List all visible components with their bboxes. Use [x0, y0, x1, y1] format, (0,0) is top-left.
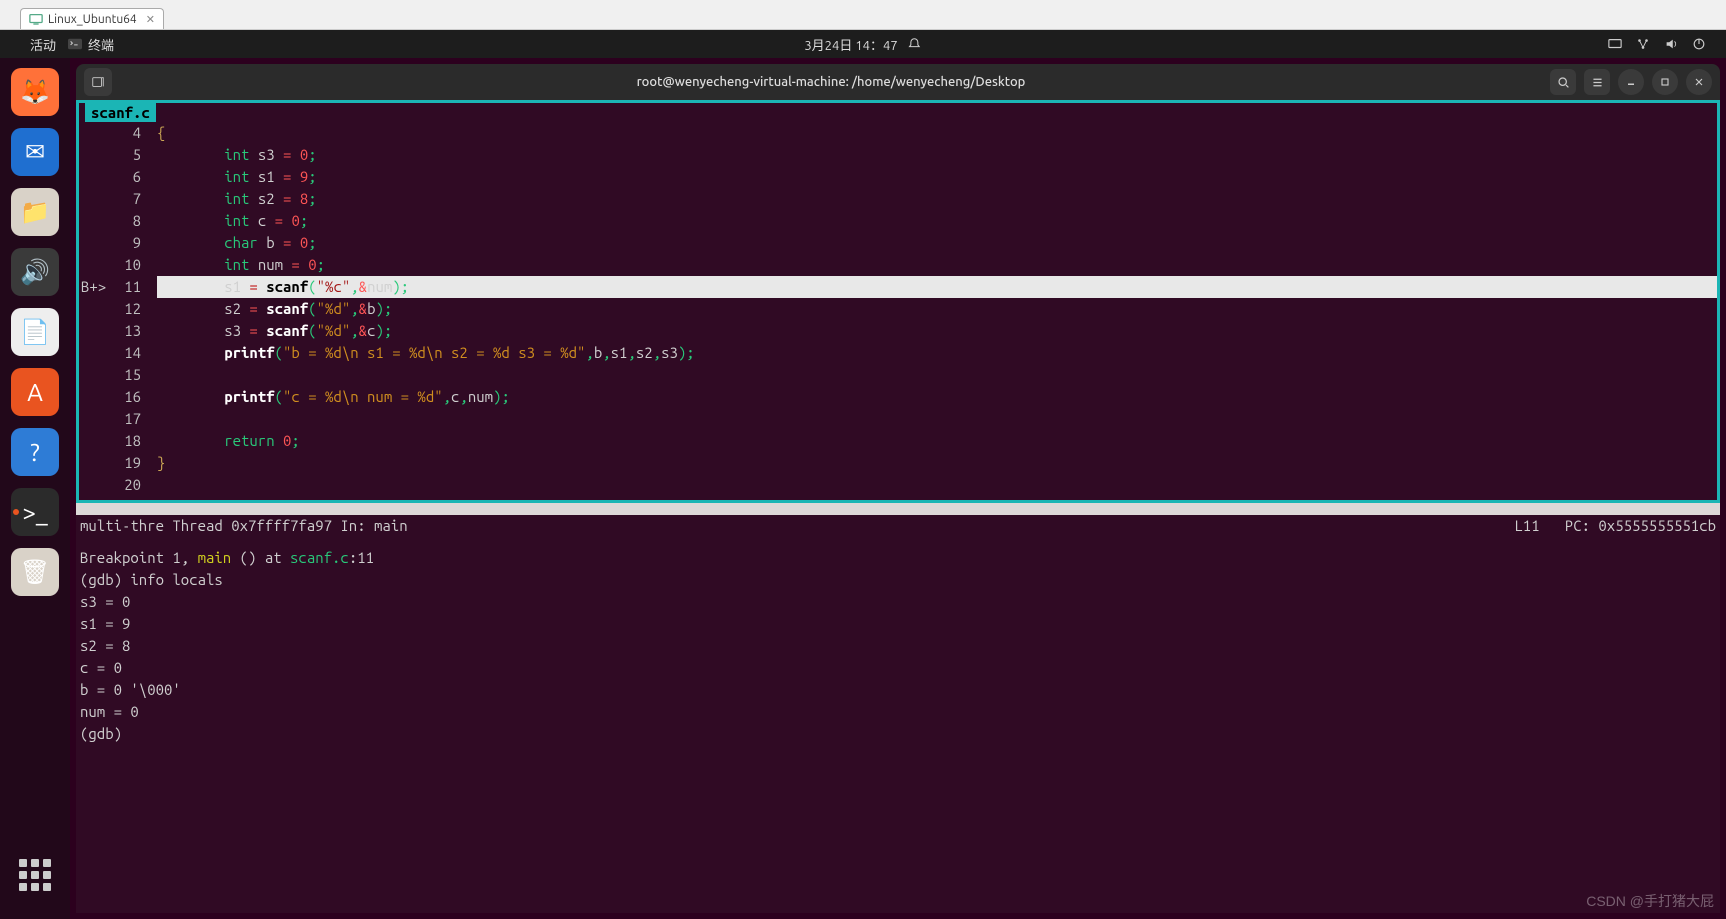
network-icon[interactable] — [1636, 37, 1650, 51]
dock-item-thunderbird[interactable]: ✉ — [11, 128, 59, 176]
maximize-icon — [1659, 76, 1671, 88]
terminal-window: root@wenyecheng-virtual-machine: /home/w… — [76, 64, 1720, 913]
new-tab-button[interactable] — [84, 68, 112, 96]
gdb-line: s2 = 8 — [80, 635, 1716, 657]
dock-item-trash[interactable]: 🗑 — [11, 548, 59, 596]
dock-item-help[interactable]: ? — [11, 428, 59, 476]
vm-icon — [29, 12, 43, 26]
gdb-line: num = 0 — [80, 701, 1716, 723]
gdb-line: (gdb) — [80, 723, 1716, 745]
bell-icon[interactable] — [908, 37, 922, 51]
vm-tabbar: Linux_Ubuntu64 ✕ — [0, 0, 1726, 30]
gdb-line: Breakpoint 1, main () at scanf.c:11 — [80, 547, 1716, 569]
code-line: 20 — [79, 474, 1717, 496]
source-file-tab: scanf.c — [85, 103, 156, 122]
code-line: 5 int s3 = 0; — [79, 144, 1717, 166]
clock[interactable]: 3月24日 14：47 — [804, 35, 897, 54]
code-line: 13 s3 = scanf("%d",&c); — [79, 320, 1717, 342]
screen-icon[interactable] — [1608, 37, 1622, 51]
gdb-output[interactable]: Breakpoint 1, main () at scanf.c:11(gdb)… — [76, 537, 1720, 913]
gdb-line: s1 = 9 — [80, 613, 1716, 635]
watermark: CSDN @手打猪大屁 — [1586, 891, 1714, 911]
volume-icon[interactable] — [1664, 37, 1678, 51]
terminal-title: root@wenyecheng-virtual-machine: /home/w… — [112, 75, 1550, 89]
code-line: 9 char b = 0; — [79, 232, 1717, 254]
vm-tab-label: Linux_Ubuntu64 — [48, 13, 137, 26]
gdb-line: (gdb) info locals — [80, 569, 1716, 591]
terminal-body[interactable]: scanf.c 4{5 int s3 = 0;6 int s1 = 9;7 in… — [76, 100, 1720, 913]
thread-info-right: L11 PC: 0x5555555551cb — [1514, 515, 1716, 537]
code-line: 19} — [79, 452, 1717, 474]
code-line: 16 printf("c = %d\n num = %d",c,num); — [79, 386, 1717, 408]
close-button[interactable] — [1686, 69, 1712, 95]
code-line: B+>11 s1 = scanf("%c",&num); — [79, 276, 1717, 298]
minimize-icon — [1625, 76, 1637, 88]
power-icon[interactable] — [1692, 37, 1706, 51]
dock-item-software[interactable]: A — [11, 368, 59, 416]
gdb-line: b = 0 '\000' — [80, 679, 1716, 701]
gdb-line: s3 = 0 — [80, 591, 1716, 613]
dock-item-rhythmbox[interactable]: 🔊 — [11, 248, 59, 296]
source-pane: scanf.c 4{5 int s3 = 0;6 int s1 = 9;7 in… — [76, 100, 1720, 503]
new-tab-icon — [91, 75, 105, 89]
topbar-app[interactable]: 终端 — [68, 35, 114, 54]
code-line: 14 printf("b = %d\n s1 = %d\n s2 = %d s3… — [79, 342, 1717, 364]
code-line: 10 int num = 0; — [79, 254, 1717, 276]
pane-divider[interactable] — [76, 503, 1720, 515]
dock-item-libreoffice[interactable]: 📄 — [11, 308, 59, 356]
close-icon[interactable]: ✕ — [146, 13, 155, 26]
code-line: 12 s2 = scanf("%d",&b); — [79, 298, 1717, 320]
terminal-titlebar: root@wenyecheng-virtual-machine: /home/w… — [76, 64, 1720, 100]
ubuntu-topbar: 活动 终端 3月24日 14：47 — [0, 30, 1726, 58]
topbar-app-label: 终端 — [88, 35, 114, 54]
code-line: 4{ — [79, 122, 1717, 144]
thread-status-line: multi-thre Thread 0x7ffff7fa97 In: main … — [76, 515, 1720, 537]
maximize-button[interactable] — [1652, 69, 1678, 95]
search-button[interactable] — [1550, 69, 1576, 95]
code-line: 15 — [79, 364, 1717, 386]
search-icon — [1557, 76, 1570, 89]
code-line: 7 int s2 = 8; — [79, 188, 1717, 210]
activities-button[interactable]: 活动 — [30, 35, 56, 54]
vm-tab[interactable]: Linux_Ubuntu64 ✕ — [20, 8, 164, 29]
minimize-button[interactable] — [1618, 69, 1644, 95]
terminal-icon — [68, 37, 82, 51]
dock: 🦊 ✉ 📁 🔊 📄 A? >_ 🗑 — [0, 58, 70, 919]
gdb-line: c = 0 — [80, 657, 1716, 679]
code-line: 6 int s1 = 9; — [79, 166, 1717, 188]
dock-item-files[interactable]: 📁 — [11, 188, 59, 236]
close-icon — [1693, 76, 1705, 88]
code-line: 8 int c = 0; — [79, 210, 1717, 232]
thread-info-left: multi-thre Thread 0x7ffff7fa97 In: main — [80, 515, 408, 537]
code-lines: 4{5 int s3 = 0;6 int s1 = 9;7 int s2 = 8… — [79, 122, 1717, 500]
menu-button[interactable] — [1584, 69, 1610, 95]
code-line: 17 — [79, 408, 1717, 430]
dock-item-firefox[interactable]: 🦊 — [11, 68, 59, 116]
dock-item-terminal[interactable]: >_ — [11, 488, 59, 536]
show-applications-button[interactable] — [11, 851, 59, 899]
code-line: 18 return 0; — [79, 430, 1717, 452]
hamburger-icon — [1591, 76, 1604, 89]
